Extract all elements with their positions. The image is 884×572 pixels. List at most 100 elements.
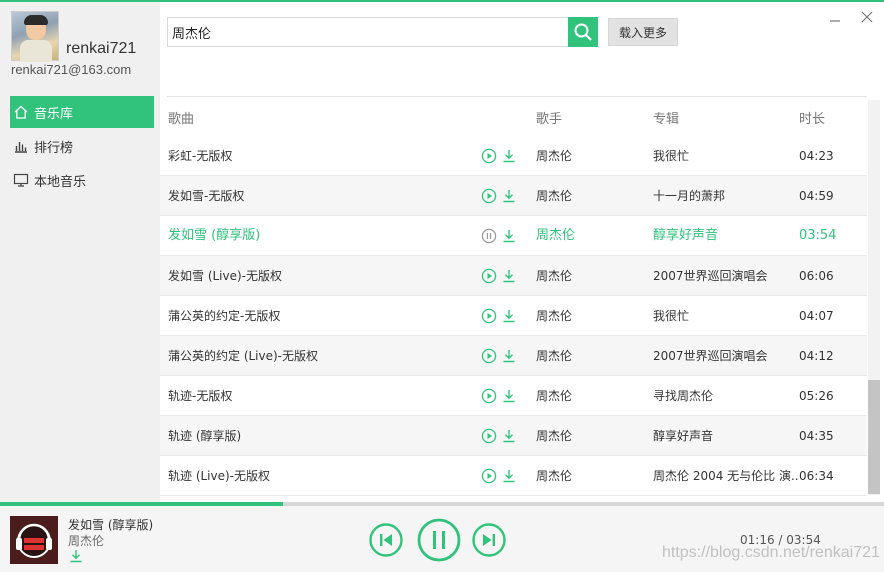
- play-song-button[interactable]: [481, 468, 497, 484]
- song-artist[interactable]: 周杰伦: [536, 216, 636, 256]
- play-song-button[interactable]: [481, 428, 497, 444]
- song-artist[interactable]: 周杰伦: [536, 376, 636, 416]
- download-song-button[interactable]: [501, 388, 517, 404]
- column-header-album: 专辑: [653, 112, 680, 127]
- song-duration: 03:54: [799, 228, 837, 243]
- watermark: https://blog.csdn.net/renkai721: [662, 544, 880, 561]
- table-row[interactable]: 发如雪-无版权 周杰伦 十一月的萧邦 04:59: [160, 176, 867, 216]
- song-duration: 04:07: [799, 309, 834, 323]
- play-song-button[interactable]: [481, 348, 497, 364]
- song-duration: 06:34: [799, 469, 834, 483]
- song-duration: 04:12: [799, 349, 834, 363]
- play-circle-icon: [481, 148, 497, 168]
- table-row[interactable]: 发如雪 (醇享版) 周杰伦 醇享好声音 03:54: [160, 216, 867, 256]
- avatar[interactable]: [11, 11, 59, 62]
- table-row[interactable]: 轨迹-无版权 周杰伦 寻找周杰伦 05:26: [160, 376, 867, 416]
- pause-icon: [417, 518, 461, 562]
- pause-circle-icon: [481, 228, 497, 248]
- song-title: 轨迹-无版权: [168, 389, 233, 403]
- download-song-button[interactable]: [501, 228, 517, 244]
- table-row[interactable]: 发如雪 (Live)-无版权 周杰伦 2007世界巡回演唱会 06:06: [160, 256, 867, 296]
- chart-bars-icon: [12, 137, 30, 155]
- minimize-button[interactable]: [828, 10, 842, 24]
- song-artist[interactable]: 周杰伦: [536, 416, 636, 456]
- song-album[interactable]: 十一月的萧邦: [653, 176, 799, 216]
- album-cover[interactable]: [10, 516, 58, 564]
- download-icon: [501, 150, 517, 168]
- scrollbar-thumb[interactable]: [868, 380, 880, 494]
- song-artist[interactable]: 周杰伦: [536, 136, 636, 176]
- next-icon: [472, 523, 506, 557]
- pause-song-button[interactable]: [481, 228, 497, 244]
- download-song-button[interactable]: [501, 188, 517, 204]
- download-icon: [501, 230, 517, 248]
- divider: [167, 96, 867, 97]
- sidebar: [0, 2, 160, 502]
- sidebar-item-local-music[interactable]: 本地音乐: [10, 164, 154, 196]
- song-title: 发如雪 (Live)-无版权: [168, 269, 283, 283]
- song-album[interactable]: 2007世界巡回演唱会: [653, 256, 799, 296]
- play-song-button[interactable]: [481, 148, 497, 164]
- download-song-button[interactable]: [501, 428, 517, 444]
- table-row[interactable]: 蒲公英的约定-无版权 周杰伦 我很忙 04:07: [160, 296, 867, 336]
- song-artist[interactable]: 周杰伦: [536, 456, 636, 496]
- download-icon: [501, 390, 517, 408]
- song-duration: 05:26: [799, 389, 834, 403]
- play-circle-icon: [481, 348, 497, 368]
- minimize-icon: [830, 20, 840, 22]
- play-song-button[interactable]: [481, 188, 497, 204]
- download-icon: [501, 430, 517, 448]
- download-song-button[interactable]: [501, 468, 517, 484]
- play-song-button[interactable]: [481, 308, 497, 324]
- song-title: 轨迹 (Live)-无版权: [168, 469, 271, 483]
- download-song-button[interactable]: [501, 348, 517, 364]
- song-title: 蒲公英的约定 (Live)-无版权: [168, 349, 319, 363]
- song-album[interactable]: 我很忙: [653, 136, 799, 176]
- download-icon: [70, 550, 82, 563]
- song-artist[interactable]: 周杰伦: [536, 336, 636, 376]
- sidebar-item-label: 本地音乐: [34, 174, 87, 190]
- song-title: 轨迹 (醇享版): [168, 429, 242, 443]
- song-artist[interactable]: 周杰伦: [536, 296, 636, 336]
- play-circle-icon: [481, 388, 497, 408]
- table-row[interactable]: 蒲公英的约定 (Live)-无版权 周杰伦 2007世界巡回演唱会 04:12: [160, 336, 867, 376]
- play-song-button[interactable]: [481, 268, 497, 284]
- download-song-button[interactable]: [501, 148, 517, 164]
- sidebar-item-label: 排行榜: [34, 140, 74, 156]
- download-icon: [501, 470, 517, 488]
- table-row[interactable]: 彩虹-无版权 周杰伦 我很忙 04:23: [160, 136, 867, 176]
- song-album[interactable]: 2007世界巡回演唱会: [653, 336, 799, 376]
- song-album[interactable]: 醇享好声音: [653, 216, 799, 256]
- sidebar-item-charts[interactable]: 排行榜: [10, 130, 154, 162]
- close-button[interactable]: [860, 10, 874, 24]
- table-row[interactable]: 轨迹 (Live)-无版权 周杰伦 周杰伦 2004 无与伦比 演... 06:34: [160, 456, 867, 496]
- download-song-button[interactable]: [501, 308, 517, 324]
- home-icon: [12, 103, 30, 121]
- search-button[interactable]: [568, 17, 598, 47]
- song-title: 发如雪-无版权: [168, 189, 245, 203]
- song-artist[interactable]: 周杰伦: [536, 256, 636, 296]
- load-more-button[interactable]: 载入更多: [608, 18, 678, 46]
- next-button[interactable]: [472, 523, 506, 561]
- search-input[interactable]: [167, 17, 569, 47]
- song-album[interactable]: 我很忙: [653, 296, 799, 336]
- song-album[interactable]: 醇享好声音: [653, 416, 799, 456]
- now-playing-download-button[interactable]: [68, 548, 84, 564]
- download-icon: [501, 190, 517, 208]
- sidebar-item-music-library[interactable]: 音乐库: [10, 96, 154, 128]
- song-artist[interactable]: 周杰伦: [536, 176, 636, 216]
- song-duration: 06:06: [799, 269, 834, 283]
- previous-icon: [369, 523, 403, 557]
- table-row[interactable]: 轨迹 (醇享版) 周杰伦 醇享好声音 04:35: [160, 416, 867, 456]
- song-album[interactable]: 寻找周杰伦: [653, 376, 799, 416]
- now-playing-title: 发如雪 (醇享版): [68, 518, 154, 532]
- song-album[interactable]: 周杰伦 2004 无与伦比 演...: [653, 456, 799, 496]
- previous-button[interactable]: [369, 523, 403, 561]
- pause-button[interactable]: [417, 518, 461, 566]
- username: renkai721: [66, 40, 137, 57]
- download-song-button[interactable]: [501, 268, 517, 284]
- play-circle-icon: [481, 188, 497, 208]
- play-circle-icon: [481, 308, 497, 328]
- play-song-button[interactable]: [481, 388, 497, 404]
- monitor-icon: [12, 171, 30, 189]
